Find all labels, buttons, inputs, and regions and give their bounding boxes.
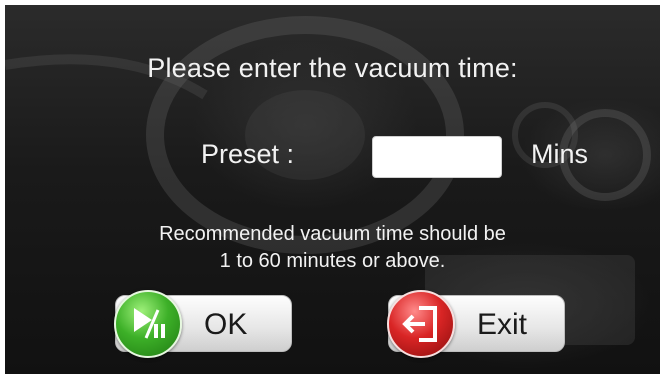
ok-button-label: OK bbox=[204, 308, 248, 341]
play-pause-icon bbox=[114, 290, 182, 358]
exit-button[interactable]: Exit bbox=[387, 290, 565, 358]
vacuum-time-screen: Please enter the vacuum time: Preset : M… bbox=[5, 5, 660, 374]
preset-label: Preset : bbox=[201, 139, 295, 169]
hint-line-2: 1 to 60 minutes or above. bbox=[219, 250, 446, 272]
recommendation-hint: Recommended vacuum time should be 1 to 6… bbox=[5, 221, 660, 275]
page-title: Please enter the vacuum time: bbox=[147, 53, 518, 83]
hint-line-1: Recommended vacuum time should be bbox=[159, 223, 506, 245]
preset-minutes-input[interactable] bbox=[372, 136, 502, 178]
exit-door-icon bbox=[387, 290, 455, 358]
ok-button[interactable]: OK bbox=[114, 290, 292, 358]
unit-label: Mins bbox=[531, 139, 589, 169]
exit-button-label: Exit bbox=[477, 308, 528, 341]
